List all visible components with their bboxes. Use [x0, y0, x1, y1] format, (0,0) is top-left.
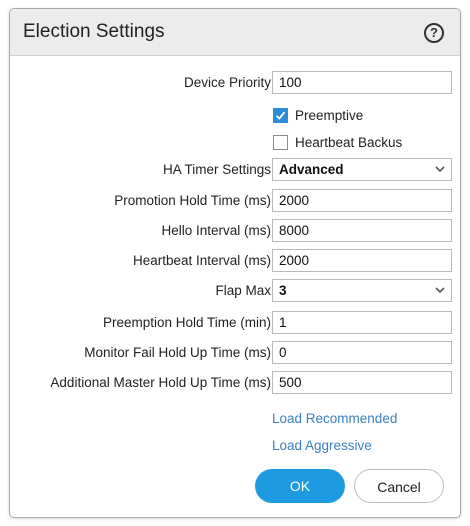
ha-timer-settings-select[interactable]: Advanced [272, 158, 452, 181]
flap-max-value: 3 [279, 283, 287, 298]
heartbeat-backup-checkbox[interactable] [273, 135, 288, 150]
hello-interval-label: Hello Interval (ms) [161, 223, 271, 238]
dialog-titlebar: Election Settings ? [10, 9, 460, 56]
help-icon[interactable]: ? [424, 23, 444, 43]
preemption-hold-time-input[interactable] [272, 311, 452, 334]
device-priority-label: Device Priority [183, 75, 271, 90]
monitor-fail-hold-up-time-input[interactable] [272, 341, 452, 364]
preemptive-checkbox[interactable] [273, 108, 288, 123]
ha-timer-settings-value: Advanced [279, 162, 344, 177]
load-aggressive-link[interactable]: Load Aggressive [272, 438, 372, 453]
ha-timer-settings-label: HA Timer Settings [162, 162, 271, 177]
ok-button[interactable]: OK [255, 469, 345, 503]
additional-master-hold-up-time-input[interactable] [272, 371, 452, 394]
additional-master-hold-up-time-label: Additional Master Hold Up Time (ms) [50, 375, 271, 390]
monitor-fail-hold-up-time-label: Monitor Fail Hold Up Time (ms) [84, 345, 271, 360]
election-settings-dialog: Election Settings ? Device Priority Pree… [9, 8, 461, 518]
preemption-hold-time-label: Preemption Hold Time (min) [102, 315, 271, 330]
heartbeat-interval-label: Heartbeat Interval (ms) [132, 253, 271, 268]
flap-max-label: Flap Max [215, 283, 271, 298]
cancel-button[interactable]: Cancel [354, 469, 444, 503]
heartbeat-backup-label: Heartbeat Backus [295, 135, 403, 150]
chevron-down-icon [435, 287, 445, 294]
load-recommended-link[interactable]: Load Recommended [272, 411, 397, 426]
preemptive-label: Preemptive [295, 108, 364, 123]
device-priority-input[interactable] [272, 71, 452, 94]
hello-interval-input[interactable] [272, 219, 452, 242]
heartbeat-interval-input[interactable] [272, 249, 452, 272]
dialog-title: Election Settings [23, 21, 165, 42]
chevron-down-icon [435, 166, 445, 173]
promotion-hold-time-input[interactable] [272, 189, 452, 212]
checkmark-icon [275, 111, 286, 120]
flap-max-select[interactable]: 3 [272, 279, 452, 302]
promotion-hold-time-label: Promotion Hold Time (ms) [114, 193, 271, 208]
